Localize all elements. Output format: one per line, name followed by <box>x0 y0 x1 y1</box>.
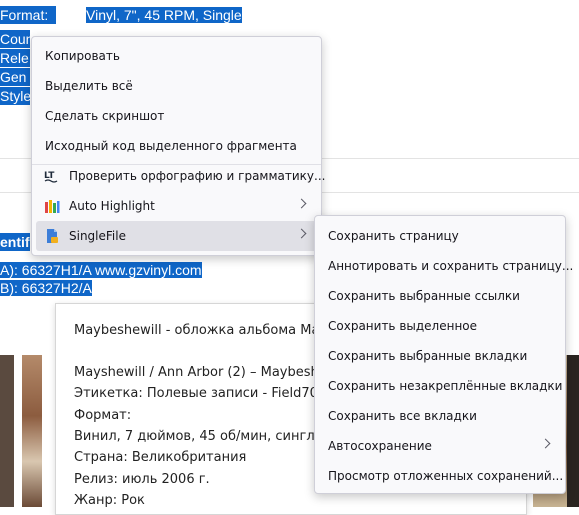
album-thumbnail[interactable] <box>22 355 42 507</box>
matrix-side-b: B): 66327H2/A <box>0 280 92 296</box>
card-line: Формат: <box>74 408 132 423</box>
menu-item-label: Auto Highlight <box>69 199 155 213</box>
submenu-item-save-selected-tabs[interactable]: Сохранить выбранные вкладки <box>319 341 561 371</box>
svg-text:LT: LT <box>44 171 55 181</box>
menu-item-label: Выделить всё <box>45 79 133 93</box>
auto-highlight-icon <box>44 198 60 214</box>
menu-item-label: Сделать скриншот <box>45 109 165 123</box>
menu-item-copy[interactable]: Копировать <box>36 41 317 71</box>
submenu-item-save-page[interactable]: Сохранить страницу <box>319 221 561 251</box>
side-labels: Count Rele Gen Style <box>0 30 30 106</box>
matrix-side-a: A): 66327H1/A www.gzvinyl.com <box>0 262 202 278</box>
album-thumbnail[interactable] <box>0 355 14 507</box>
menu-item-label: Аннотировать и сохранить страницу... <box>328 259 574 273</box>
menu-item-select-all[interactable]: Выделить всё <box>36 71 317 101</box>
menu-item-label: Сохранить страницу <box>328 229 459 243</box>
menu-item-label: Автосохранение <box>328 439 432 453</box>
card-line: Винил, 7 дюймов, 45 об/мин, сингл <box>74 429 315 444</box>
menu-item-label: Сохранить выбранные ссылки <box>328 289 520 303</box>
menu-item-label: Сохранить выбранные вкладки <box>328 349 528 363</box>
side-label-country: Count <box>0 30 30 48</box>
menu-item-label: Исходный код выделенного фрагмента <box>45 139 297 153</box>
menu-item-singlefile[interactable]: SingleFile <box>36 221 317 251</box>
menu-item-label: Проверить орфографию и грамматику... <box>69 169 326 183</box>
card-title: Maybeshewill - обложка альбома May <box>74 323 328 338</box>
side-label-released: Rele <box>0 49 30 67</box>
card-line: Страна: Великобритания <box>74 450 247 465</box>
languagetool-icon: LT <box>44 168 60 184</box>
card-line: Этикетка: Полевые записи - Field7001 <box>74 386 335 401</box>
chevron-right-icon <box>540 438 551 449</box>
menu-item-view-selection-source[interactable]: Исходный код выделенного фрагмента <box>36 131 317 161</box>
menu-item-label: Сохранить незакреплённые вкладки <box>328 379 563 393</box>
submenu-item-autosave[interactable]: Автосохранение <box>319 431 561 461</box>
menu-item-label: Просмотр отложенных сохранений... <box>328 469 564 483</box>
format-value: Vinyl, 7", 45 RPM, Single <box>86 7 242 23</box>
submenu-item-save-selected-links[interactable]: Сохранить выбранные ссылки <box>319 281 561 311</box>
submenu-item-annotate-save[interactable]: Аннотировать и сохранить страницу... <box>319 251 573 281</box>
side-label-genre: Gen <box>0 68 30 86</box>
menu-item-auto-highlight[interactable]: Auto Highlight <box>36 191 317 221</box>
chevron-right-icon <box>296 228 307 239</box>
submenu-item-save-all-tabs[interactable]: Сохранить все вкладки <box>319 401 561 431</box>
menu-item-screenshot[interactable]: Сделать скриншот <box>36 101 317 131</box>
identifiers-heading: entifi <box>0 233 30 251</box>
context-menu: Копировать Выделить всё Сделать скриншот… <box>31 36 325 256</box>
singlefile-submenu: Сохранить страницу Аннотировать и сохран… <box>314 215 573 494</box>
chevron-right-icon <box>296 198 307 209</box>
menu-item-label: Сохранить все вкладки <box>328 409 477 423</box>
menu-item-label: SingleFile <box>69 229 126 243</box>
side-label-style: Style <box>0 87 30 105</box>
submenu-item-view-pending-saves[interactable]: Просмотр отложенных сохранений... <box>319 461 564 491</box>
format-label: Format: <box>0 6 56 24</box>
card-line: Mayshewill / Ann Arbor (2) – Maybeshe <box>74 365 327 380</box>
card-line: Релиз: июль 2006 г. <box>74 472 210 487</box>
menu-item-check-spelling[interactable]: LT Проверить орфографию и грамматику... <box>36 161 325 191</box>
menu-item-label: Сохранить выделенное <box>328 319 478 333</box>
submenu-item-save-unpinned-tabs[interactable]: Сохранить незакреплённые вкладки <box>319 371 563 401</box>
album-thumbnail[interactable] <box>567 355 579 507</box>
menu-item-label: Копировать <box>45 49 120 63</box>
singlefile-icon <box>44 228 60 244</box>
submenu-item-save-selection[interactable]: Сохранить выделенное <box>319 311 561 341</box>
